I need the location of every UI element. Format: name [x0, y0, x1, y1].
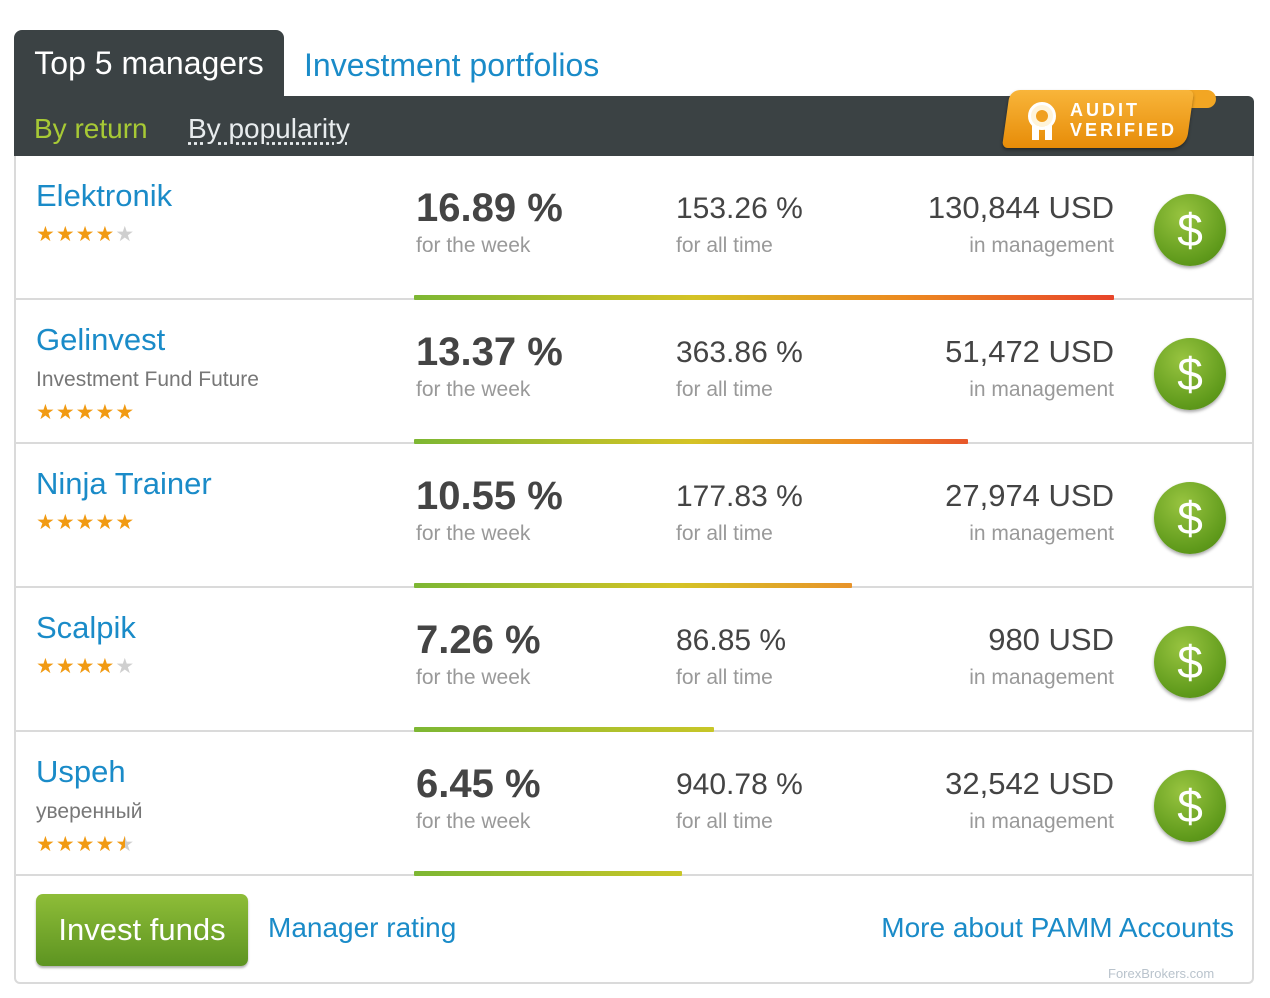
management-label: in management: [969, 666, 1114, 689]
funds-in-management: 32,542 USD: [945, 766, 1114, 801]
star-empty-icon: ★: [115, 223, 136, 246]
funds-in-management: 51,472 USD: [945, 334, 1114, 369]
star-icon: ★: [75, 511, 96, 534]
management-label: in management: [969, 522, 1114, 545]
manager-name[interactable]: Elektronik: [36, 178, 172, 214]
all-time-label: for all time: [676, 522, 773, 545]
audit-verified-badge: AUDIT VERIFIED: [1001, 90, 1216, 148]
star-icon: ★: [75, 833, 96, 856]
invest-funds-button[interactable]: Invest funds: [36, 894, 248, 966]
manager-name[interactable]: Gelinvest: [36, 322, 165, 358]
manager-row: Uspeh уверенный ★★★★★ 6.45 % for the wee…: [16, 732, 1252, 876]
invest-dollar-button[interactable]: $: [1154, 338, 1226, 410]
weekly-return-label: for the week: [416, 810, 531, 833]
tab-investment-portfolios[interactable]: Investment portfolios: [304, 30, 599, 96]
star-icon: ★: [95, 511, 116, 534]
star-icon: ★: [36, 401, 56, 424]
invest-dollar-button[interactable]: $: [1154, 482, 1226, 554]
manager-name[interactable]: Uspeh: [36, 754, 126, 790]
rating-stars: ★★★★★: [36, 654, 135, 679]
weekly-return: 10.55 %: [416, 474, 563, 518]
panel-footer: Invest funds Manager rating More about P…: [16, 876, 1252, 982]
star-icon: ★: [75, 223, 96, 246]
badge-line-1: AUDIT: [1070, 100, 1140, 120]
badge-line-2: VERIFIED: [1070, 120, 1178, 140]
weekly-return: 7.26 %: [416, 618, 541, 662]
all-time-return: 86.85 %: [676, 624, 787, 657]
all-time-label: for all time: [676, 666, 773, 689]
funds-in-management: 130,844 USD: [927, 190, 1114, 225]
star-icon: ★: [55, 655, 76, 678]
manager-row: Ninja Trainer ★★★★★ 10.55 % for the week…: [16, 444, 1252, 588]
management-label: in management: [969, 234, 1114, 257]
invest-dollar-button[interactable]: $: [1154, 626, 1226, 698]
manager-subtitle: уверенный: [36, 800, 143, 823]
weekly-return-label: for the week: [416, 234, 531, 257]
star-icon: ★: [36, 655, 56, 678]
star-icon: ★: [95, 655, 116, 678]
star-icon: ★: [36, 223, 56, 246]
pamm-accounts-link[interactable]: More about PAMM Accounts: [881, 912, 1234, 944]
star-icon: ★: [95, 833, 116, 856]
rating-stars: ★★★★★: [36, 222, 135, 247]
manager-row: Scalpik ★★★★★ 7.26 % for the week 86.85 …: [16, 588, 1252, 732]
star-half-icon: ★: [115, 833, 136, 856]
invest-dollar-button[interactable]: $: [1154, 770, 1226, 842]
tab-top-5-managers[interactable]: Top 5 managers: [14, 30, 284, 96]
weekly-return: 16.89 %: [416, 186, 563, 230]
star-icon: ★: [55, 511, 76, 534]
rating-stars: ★★★★★: [36, 510, 135, 535]
tab-bar: Top 5 managers Investment portfolios: [14, 30, 599, 96]
all-time-return: 177.83 %: [676, 480, 803, 513]
star-icon: ★: [55, 833, 76, 856]
management-label: in management: [969, 378, 1114, 401]
all-time-return: 153.26 %: [676, 192, 803, 225]
weekly-return: 13.37 %: [416, 330, 563, 374]
manager-rating-link[interactable]: Manager rating: [268, 912, 456, 944]
weekly-return-label: for the week: [416, 522, 531, 545]
star-icon: ★: [55, 223, 76, 246]
star-icon: ★: [95, 401, 116, 424]
star-icon: ★: [115, 511, 136, 534]
management-label: in management: [969, 810, 1114, 833]
rating-stars: ★★★★★: [36, 400, 135, 425]
sort-by-popularity[interactable]: By popularity: [188, 96, 350, 162]
watermark: ForexBrokers.com: [1108, 966, 1215, 981]
star-icon: ★: [55, 401, 76, 424]
manager-row: Gelinvest Investment Fund Future ★★★★★ 1…: [16, 300, 1252, 444]
managers-panel: Elektronik ★★★★★ 16.89 % for the week 15…: [14, 156, 1254, 984]
all-time-return: 363.86 %: [676, 336, 803, 369]
funds-in-management: 980 USD: [988, 622, 1114, 657]
star-icon: ★: [95, 223, 116, 246]
manager-row: Elektronik ★★★★★ 16.89 % for the week 15…: [16, 156, 1252, 300]
funds-in-management: 27,974 USD: [945, 478, 1114, 513]
weekly-return-label: for the week: [416, 378, 531, 401]
weekly-return: 6.45 %: [416, 762, 541, 806]
sort-by-return[interactable]: By return: [34, 96, 148, 162]
star-icon: ★: [75, 401, 96, 424]
medal-ribbon-icon: [1032, 126, 1052, 140]
manager-subtitle: Investment Fund Future: [36, 368, 259, 391]
star-icon: ★: [36, 833, 56, 856]
manager-name[interactable]: Ninja Trainer: [36, 466, 212, 502]
weekly-return-label: for the week: [416, 666, 531, 689]
all-time-return: 940.78 %: [676, 768, 803, 801]
manager-name[interactable]: Scalpik: [36, 610, 136, 646]
star-icon: ★: [75, 655, 96, 678]
all-time-label: for all time: [676, 378, 773, 401]
all-time-label: for all time: [676, 234, 773, 257]
all-time-label: for all time: [676, 810, 773, 833]
star-icon: ★: [36, 511, 56, 534]
invest-dollar-button[interactable]: $: [1154, 194, 1226, 266]
star-empty-icon: ★: [115, 655, 136, 678]
badge-text: AUDIT VERIFIED: [1070, 100, 1177, 140]
rating-stars: ★★★★★: [36, 832, 135, 857]
star-icon: ★: [115, 401, 136, 424]
